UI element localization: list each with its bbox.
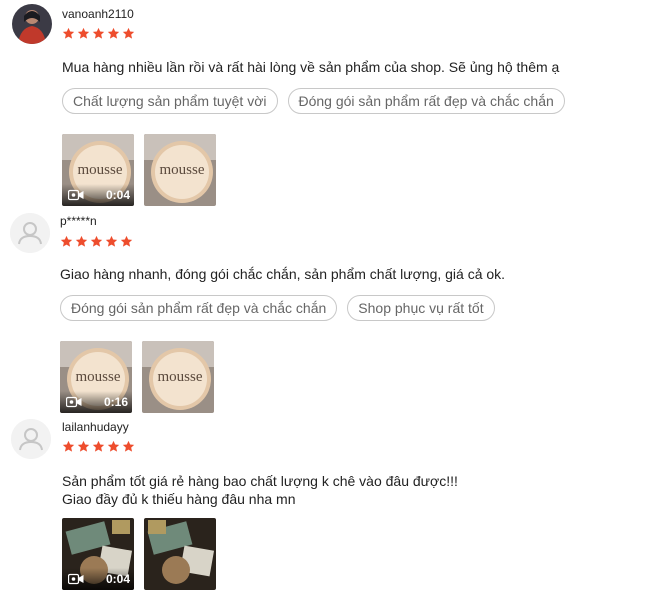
user-photo-avatar [12,4,52,44]
image-thumbnail[interactable] [144,518,216,590]
video-thumbnail[interactable]: 0:04 [62,518,134,590]
star-icon [90,235,103,247]
star-icon [107,440,120,452]
image-thumbnail[interactable]: mousse [142,341,214,413]
rating-stars [62,27,135,40]
review-comment: Sản phẩm tốt giá rẻ hàng bao chất lượng … [62,473,458,507]
star-icon [60,235,73,247]
star-icon [105,235,118,247]
star-icon [92,27,105,39]
thumbnail-image: mousse [142,341,214,413]
star-icon [62,27,75,39]
star-icon [75,235,88,247]
video-thumbnail[interactable]: mousse 0:04 [62,134,134,206]
video-overlay: 0:04 [62,184,134,206]
product-label-text: mousse [160,162,205,178]
star-icon [77,27,90,39]
review-media: mousse 0:04 mousse [62,134,216,206]
review-tags: Đóng gói sản phẩm rất đẹp và chắc chắn Sh… [60,295,495,321]
star-icon [92,440,105,452]
star-icon [122,27,135,39]
review-tag: Đóng gói sản phẩm rất đẹp và chắc chắn [287,88,565,114]
user-avatar[interactable] [10,213,50,253]
review-comment: Mua hàng nhiều lần rồi và rất hài lòng v… [62,59,560,75]
rating-stars [62,440,135,453]
video-camera-icon [68,573,84,585]
star-icon [77,440,90,452]
review-media: 0:04 [62,518,216,590]
rating-stars [60,235,133,248]
image-thumbnail[interactable]: mousse [144,134,216,206]
review-username: vanoanh2110 [62,7,134,21]
review-media: mousse 0:16 mousse [60,341,214,413]
review-tag: Shop phục vụ rất tốt [347,295,495,321]
video-duration: 0:04 [105,572,130,586]
thumbnail-image: mousse [144,134,216,206]
product-label-text: mousse [76,369,121,385]
video-duration: 0:16 [103,395,128,409]
review-tags: Chất lượng sản phẩm tuyệt vời Đóng gói sả… [62,88,565,114]
video-thumbnail[interactable]: mousse 0:16 [60,341,132,413]
review-tag: Đóng gói sản phẩm rất đẹp và chắc chắn [60,295,338,321]
video-overlay: 0:04 [62,568,134,590]
user-avatar[interactable] [11,419,51,459]
review-username: p*****n [60,214,97,228]
product-label-text: mousse [158,369,203,385]
star-icon [120,235,133,247]
review-tag: Chất lượng sản phẩm tuyệt vời [62,88,278,114]
star-icon [62,440,75,452]
user-avatar[interactable] [12,4,52,44]
video-camera-icon [68,189,84,201]
user-silhouette-icon [11,419,51,459]
user-silhouette-icon [10,213,50,253]
thumbnail-image [144,518,216,590]
video-camera-icon [66,396,82,408]
star-icon [122,440,135,452]
review-username: lailanhudayy [62,420,129,434]
review-comment: Giao hàng nhanh, đóng gói chắc chắn, sản… [60,266,506,282]
video-duration: 0:04 [105,188,130,202]
video-overlay: 0:16 [60,391,132,413]
star-icon [107,27,120,39]
product-label-text: mousse [78,162,123,178]
